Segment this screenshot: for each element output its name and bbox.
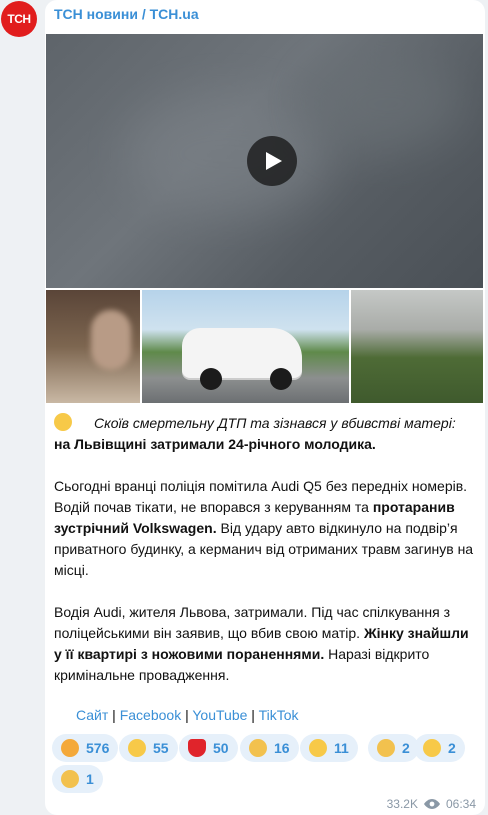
thumbs-up-icon — [61, 770, 79, 788]
lead-bold: на Львівщині затримали 24-річного молоди… — [54, 436, 376, 452]
reaction-count: 55 — [153, 740, 169, 756]
play-button[interactable] — [247, 136, 297, 186]
crying-face-icon — [309, 739, 327, 757]
post-paragraph-1: Сьогодні вранці поліція помітила Audi Q5… — [54, 476, 474, 581]
separator: | — [247, 707, 259, 723]
media-thumbnail-crash[interactable] — [351, 290, 483, 403]
screaming-face-icon — [128, 739, 146, 757]
reaction-count: 2 — [402, 740, 410, 756]
post-meta: 33.2K 06:34 — [387, 797, 476, 811]
reaction-screaming[interactable]: 55 — [119, 734, 178, 762]
reaction-clap[interactable]: 2 — [368, 734, 419, 762]
reaction-count: 1 — [86, 771, 94, 787]
reaction-thumbs-up[interactable]: 1 — [52, 765, 103, 793]
flushed-face-icon — [54, 413, 72, 431]
lead-italic: Скоїв смертельну ДТП та зізнався у вбивс… — [94, 415, 456, 431]
separator: | — [108, 707, 120, 723]
post-links: Сайт | Facebook | YouTube | TikTok — [76, 707, 299, 723]
link-tiktok[interactable]: TikTok — [259, 707, 299, 723]
link-youtube[interactable]: YouTube — [192, 707, 247, 723]
video-preview[interactable] — [46, 34, 483, 288]
view-count: 33.2K — [386, 797, 418, 811]
reaction-angry[interactable]: 576 — [52, 734, 119, 762]
reaction-pray[interactable]: 16 — [240, 734, 299, 762]
reaction-heart[interactable]: 50 — [179, 734, 238, 762]
reaction-count: 2 — [448, 740, 456, 756]
play-icon — [266, 152, 282, 170]
eye-icon — [423, 799, 440, 809]
angry-face-icon — [61, 739, 79, 757]
star-struck-icon — [423, 739, 441, 757]
folded-hands-icon — [249, 739, 267, 757]
reaction-count: 576 — [86, 740, 110, 756]
reaction-count: 11 — [334, 740, 349, 756]
link-site[interactable]: Сайт — [76, 707, 108, 723]
channel-avatar[interactable]: ТСН — [1, 1, 37, 37]
clapping-hands-icon — [377, 739, 395, 757]
media-thumbnail-person[interactable] — [46, 290, 140, 403]
post-time: 06:34 — [445, 797, 476, 811]
channel-name[interactable]: ТСН новини / TCH.ua — [54, 6, 199, 22]
reaction-crying[interactable]: 11 — [300, 734, 358, 762]
car-wheel — [200, 368, 222, 390]
avatar-text: ТСН — [7, 12, 31, 26]
post-lead: Скоїв смертельну ДТП та зізнався у вбивс… — [54, 413, 474, 455]
reaction-count: 50 — [213, 740, 229, 756]
heart-icon — [188, 739, 206, 757]
reaction-count: 16 — [274, 740, 290, 756]
separator: | — [181, 707, 193, 723]
reaction-star-struck[interactable]: 2 — [414, 734, 465, 762]
post-paragraph-2: Водія Audi, жителя Львова, затримали. Пі… — [54, 602, 474, 686]
media-thumbnail-car[interactable] — [142, 290, 349, 403]
blurred-background — [306, 54, 466, 154]
link-facebook[interactable]: Facebook — [120, 707, 181, 723]
blurred-face — [91, 310, 131, 370]
car-wheel — [270, 368, 292, 390]
